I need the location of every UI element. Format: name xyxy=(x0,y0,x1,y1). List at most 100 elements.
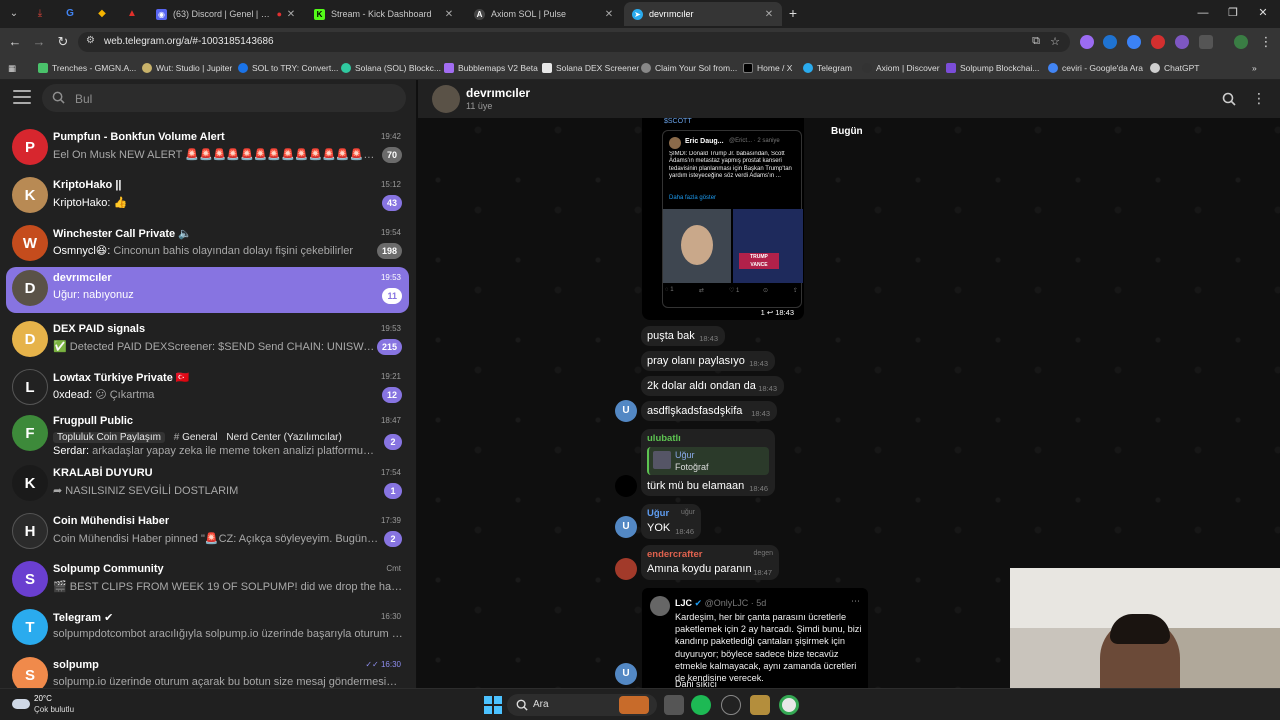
minimize-icon[interactable]: — xyxy=(1196,6,1210,20)
extension-blue-icon[interactable] xyxy=(1103,35,1117,49)
user-avatar[interactable]: U xyxy=(615,400,637,422)
user-avatar[interactable]: U xyxy=(615,516,637,538)
extensions-puzzle-icon[interactable] xyxy=(1199,35,1213,49)
group-avatar[interactable] xyxy=(432,85,460,113)
browser-menu-icon[interactable]: ⋮ xyxy=(1257,33,1275,51)
bookmark-chatgpt[interactable]: ChatGPT xyxy=(1150,61,1199,75)
bookmark-x[interactable]: Home / X xyxy=(743,61,792,75)
hamburger-menu-icon[interactable] xyxy=(13,90,31,104)
chat-item-kriptohako[interactable]: K KriptoHako || 15:12 KriptoHako: 👍 43 xyxy=(6,174,409,220)
task-view-icon[interactable] xyxy=(664,695,684,715)
retweet-icon[interactable]: ⇄ xyxy=(699,287,704,294)
steam-icon[interactable] xyxy=(721,695,741,715)
bookmark-telegram[interactable]: Telegram xyxy=(803,61,852,75)
user-avatar[interactable]: U xyxy=(615,663,637,685)
apps-grid-icon[interactable]: ▦ xyxy=(8,61,16,75)
weather-icon[interactable] xyxy=(10,693,32,715)
bookmark-solscan[interactable]: Solana (SOL) Blockc... xyxy=(341,61,441,75)
close-tab-icon[interactable]: ✕ xyxy=(764,9,774,20)
start-icon[interactable] xyxy=(483,695,503,715)
user-avatar[interactable] xyxy=(615,558,637,580)
reload-icon[interactable]: ↻ xyxy=(54,33,72,51)
weather-desc: Çok bulutlu xyxy=(34,705,75,714)
message-bubble[interactable]: Uğur uğur YOK 18:46 xyxy=(641,504,701,539)
tab-kick[interactable]: K Stream - Kick Dashboard ✕ xyxy=(306,2,462,26)
tab-telegram[interactable]: ➤ devrımcıler ✕ xyxy=(624,2,782,26)
pinned-tab-warning-icon[interactable]: ▲ xyxy=(124,5,140,21)
chat-item-dex-paid[interactable]: D DEX PAID signals 19:53 ✅ Detected PAID… xyxy=(6,318,409,364)
pinned-tab-download-icon[interactable]: ⤓ xyxy=(32,5,48,21)
forward-icon[interactable]: → xyxy=(30,33,48,51)
site-info-icon[interactable]: ⚙ xyxy=(86,35,95,46)
reply-preview[interactable]: Uğur Fotoğraf xyxy=(647,447,769,475)
back-icon[interactable]: ← xyxy=(6,33,24,51)
bookmark-dexscreener[interactable]: Solana DEX Screener xyxy=(542,61,639,75)
like-count: 1 xyxy=(736,288,740,294)
reply-icon[interactable]: ◌ 1 xyxy=(665,287,674,293)
pinned-tab-google-icon[interactable]: G xyxy=(62,5,78,21)
like-icon[interactable]: ♡ 1 xyxy=(729,287,739,294)
chat-item-winchester[interactable]: W Winchester Call Private 🔈 19:54 Osmnyc… xyxy=(6,222,409,268)
install-app-icon[interactable]: ⧉ xyxy=(1032,35,1040,48)
app-icon[interactable] xyxy=(750,695,770,715)
chat-search-icon[interactable] xyxy=(1222,92,1236,106)
bookmark-claim-sol[interactable]: Claim Your Sol from... xyxy=(641,61,737,75)
tweet-screenshot-bottom[interactable]: LJC ✔ @OnlyLJC · 5d ⋯ Kardeşim, her bir … xyxy=(642,588,868,688)
chat-item-solpump-community[interactable]: S Solpump Community Cmt 🎬 BEST CLIPS FRO… xyxy=(6,558,409,604)
tweet-screenshot[interactable]: $SCOTT Eric Daug... @Erict... · 2 saniye… xyxy=(642,118,804,320)
chat-item-telegram[interactable]: T Telegram ✔ 16:30 solpumpdotcombot arac… xyxy=(6,606,409,652)
extension-sound-icon[interactable] xyxy=(1127,35,1141,49)
bookmark-solpump[interactable]: Solpump Blockchai... xyxy=(946,61,1039,75)
user-avatar[interactable] xyxy=(615,475,637,497)
search-highlight-icon xyxy=(619,696,649,714)
message-bubble[interactable]: 2k dolar aldı ondan da 18:43 xyxy=(641,376,784,396)
tweet-show-more[interactable]: Daha fazla göster xyxy=(669,195,716,201)
extension-pen-icon[interactable] xyxy=(1080,35,1094,49)
tab-axiom[interactable]: A Axiom SOL | Pulse ✕ xyxy=(466,2,622,26)
chat-item-coin-muhendisi[interactable]: H Coin Mühendisi Haber 17:39 Coin Mühend… xyxy=(6,510,409,556)
extension-red-icon[interactable] xyxy=(1151,35,1165,49)
taskbar-search[interactable]: Ara xyxy=(507,694,657,716)
chat-item-pumpfun[interactable]: P Pumpfun - Bonkfun Volume Alert 19:42 E… xyxy=(6,126,409,172)
bookmark-bubblemaps[interactable]: Bubblemaps V2 Beta xyxy=(444,61,538,75)
tab-search-icon[interactable]: ⌄ xyxy=(6,5,22,21)
close-tab-icon[interactable]: ✕ xyxy=(286,9,296,20)
message-bubble[interactable]: endercrafter degen Amına koydu paranın 1… xyxy=(641,545,779,580)
bookmark-jupiter[interactable]: Wut: Studio | Jupiter xyxy=(142,61,232,75)
spotify-icon[interactable] xyxy=(691,695,711,715)
search-input[interactable]: Bul xyxy=(42,84,406,112)
chat-item-solpump[interactable]: S solpump ✓✓ 16:30 solpump.io üzerinde o… xyxy=(6,654,409,688)
chat-item-lowtax[interactable]: L Lowtax Türkiye Private 🇹🇷 19:21 0xdead… xyxy=(6,366,409,412)
close-tab-icon[interactable]: ✕ xyxy=(444,9,454,20)
extension-purple-icon[interactable] xyxy=(1175,35,1189,49)
message-bubble[interactable]: pray olanı paylasıyo 18:43 xyxy=(641,351,775,371)
tweet-author: LJC xyxy=(675,598,693,608)
chat-header[interactable]: devrımcıler 11 üye ⋮ xyxy=(418,80,1280,118)
pinned-tab-gold-icon[interactable]: ◆ xyxy=(94,5,110,21)
chat-item-devrimcilar-selected[interactable]: D devrımcıler 19:53 Uğur: nabıyonuz 11 xyxy=(6,267,409,313)
bookmark-axiom[interactable]: Axiom | Discover xyxy=(862,61,940,75)
share-icon[interactable]: ⇪ xyxy=(793,287,798,294)
restore-icon[interactable]: ❐ xyxy=(1226,6,1240,20)
more-bookmarks-icon[interactable]: » xyxy=(1252,61,1257,75)
close-tab-icon[interactable]: ✕ xyxy=(604,9,614,20)
chatgpt-icon xyxy=(1150,63,1160,73)
close-window-icon[interactable]: ✕ xyxy=(1256,6,1270,20)
message-bubble-reply[interactable]: ulubatlı Uğur Fotoğraf türk mü bu elamaa… xyxy=(641,429,775,496)
profile-avatar[interactable] xyxy=(1234,35,1248,49)
message-bubble[interactable]: asdflşkadsfasdşkifa 18:43 xyxy=(641,401,777,421)
bookmark-google-translate[interactable]: ceviri - Google'da Ara xyxy=(1048,61,1143,75)
bookmark-star-icon[interactable]: ☆ xyxy=(1050,35,1060,48)
chat-item-frugpull[interactable]: F Frugpull Public 18:47 Topluluk Coin Pa… xyxy=(6,412,409,462)
chat-time: 17:54 xyxy=(380,468,401,477)
new-tab-button[interactable]: + xyxy=(786,6,800,20)
bookmark-gmgn[interactable]: Trenches - GMGN.A... xyxy=(38,61,136,75)
chrome-icon[interactable] xyxy=(779,695,799,715)
message-bubble[interactable]: puşta bak 18:43 xyxy=(641,326,725,346)
address-bar[interactable]: ⚙ web.telegram.org/a/#-1003185143686 ⧉ ☆ xyxy=(78,32,1070,52)
chat-more-icon[interactable]: ⋮ xyxy=(1252,90,1266,107)
bookmark-sol-try[interactable]: SOL to TRY: Convert... xyxy=(238,61,338,75)
chat-item-kralabi[interactable]: K KRALABİ DUYURU 17:54 ➦ NASILSINIZ SEVG… xyxy=(6,462,409,508)
tweet-more-icon[interactable]: ⋯ xyxy=(851,596,860,607)
tab-discord[interactable]: ◉ (63) Discord | Genel | emir.i ● ✕ xyxy=(148,2,304,26)
